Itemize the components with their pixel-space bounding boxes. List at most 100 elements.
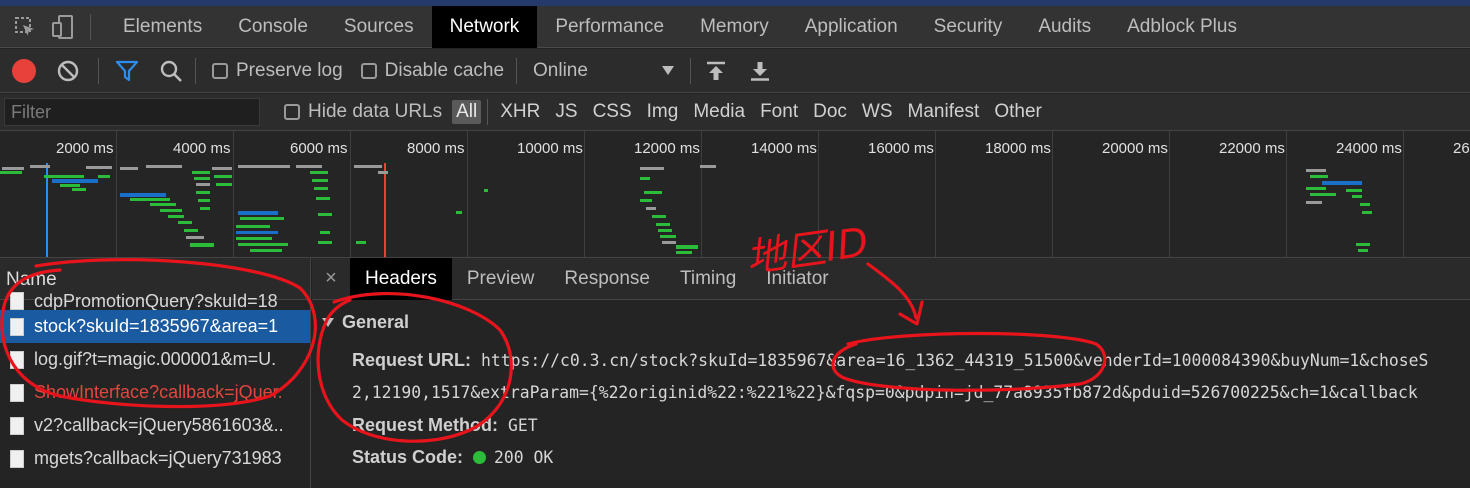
request-row[interactable]: log.gif?t=magic.000001&m=U.	[0, 343, 310, 376]
filter-type-xhr[interactable]: XHR	[500, 101, 540, 123]
status-code-row: Status Code: 200 OK	[352, 447, 1470, 468]
triangle-down-icon	[322, 318, 334, 327]
waterfall-bar	[130, 198, 170, 201]
filter-type-manifest[interactable]: Manifest	[908, 101, 980, 123]
request-method-row: Request Method: GET	[352, 415, 1470, 436]
search-icon[interactable]	[159, 59, 183, 83]
import-har-icon[interactable]	[705, 60, 727, 82]
tab-elements[interactable]: Elements	[105, 6, 220, 48]
request-row[interactable]: v2?callback=jQuery5861603&..	[0, 409, 310, 442]
devtools-tab-bar: Elements Console Sources Network Perform…	[0, 5, 1470, 48]
waterfall-bar	[30, 165, 50, 168]
request-row[interactable]: mgets?callback=jQuery731983	[0, 442, 310, 475]
toolbar-separator	[689, 57, 691, 84]
waterfall-bar	[662, 241, 676, 244]
disable-cache-label: Disable cache	[384, 59, 505, 81]
tab-memory[interactable]: Memory	[682, 6, 787, 48]
tab-application[interactable]: Application	[787, 6, 916, 48]
hide-data-urls-label: Hide data URLs	[308, 101, 443, 122]
waterfall-bar	[700, 165, 716, 168]
waterfall-bar	[658, 229, 672, 232]
waterfall-bar	[236, 225, 270, 228]
tab-performance[interactable]: Performance	[537, 6, 682, 48]
tab-preview[interactable]: Preview	[452, 258, 550, 300]
waterfall-bar	[98, 175, 110, 178]
waterfall-bar	[238, 211, 278, 215]
tab-headers[interactable]: Headers	[350, 258, 452, 300]
general-section-toggle[interactable]: General	[322, 312, 1470, 333]
request-name: stock?skuId=1835967&area=1	[34, 316, 279, 336]
throttling-value: Online	[533, 59, 588, 81]
waterfall-bar	[240, 217, 284, 220]
request-row[interactable]: cdpPromotionQuery?skuId=18	[0, 292, 310, 310]
record-button[interactable]	[12, 58, 36, 83]
waterfall-bar	[296, 165, 322, 168]
request-row-error[interactable]: ShowInterface?callback=jQuer.	[0, 376, 310, 409]
filter-type-js[interactable]: JS	[555, 101, 577, 123]
waterfall-bar	[314, 187, 328, 190]
waterfall-bar	[1352, 195, 1362, 198]
tab-initiator[interactable]: Initiator	[751, 258, 843, 300]
filter-input[interactable]	[4, 98, 260, 126]
filter-type-all[interactable]: All	[452, 100, 482, 124]
waterfall-bar	[236, 237, 272, 240]
preserve-log-checkbox[interactable]	[212, 62, 228, 79]
request-url-value-continued: 2,12190,1517&extraParam={%22originid%22:…	[352, 383, 1418, 402]
export-har-icon[interactable]	[749, 60, 771, 82]
network-overview-timeline[interactable]: 2000 ms 4000 ms 6000 ms 8000 ms 10000 ms…	[0, 131, 1470, 258]
toolbar-separator	[98, 57, 99, 84]
request-name: ShowInterface?callback=jQuer.	[34, 382, 283, 402]
waterfall-bar	[236, 231, 278, 234]
waterfall-bar	[484, 189, 488, 192]
preserve-log-label: Preserve log	[236, 59, 343, 81]
tab-sources[interactable]: Sources	[326, 6, 432, 48]
filter-type-other[interactable]: Other	[994, 101, 1042, 123]
waterfall-bar	[316, 197, 330, 200]
toolbar-separator	[195, 57, 196, 84]
tab-timing[interactable]: Timing	[665, 258, 751, 300]
close-icon[interactable]: ×	[312, 267, 350, 290]
request-name: log.gif?t=magic.000001&m=U.	[34, 349, 277, 369]
tab-network[interactable]: Network	[431, 5, 538, 48]
waterfall-bar	[1360, 203, 1370, 206]
request-name: mgets?callback=jQuery731983	[34, 448, 282, 468]
filter-type-media[interactable]: Media	[693, 101, 745, 123]
waterfall-bar	[456, 211, 462, 214]
waterfall-bar	[1346, 189, 1362, 192]
tab-adblock-plus[interactable]: Adblock Plus	[1109, 6, 1255, 48]
tab-response[interactable]: Response	[549, 258, 665, 300]
waterfall-bar	[178, 221, 192, 224]
filter-type-font[interactable]: Font	[760, 101, 798, 123]
waterfall-bar	[238, 243, 288, 246]
tab-security[interactable]: Security	[916, 6, 1021, 48]
waterfall-bar	[194, 177, 210, 180]
waterfall-bars	[0, 163, 1372, 257]
waterfall-bar	[1310, 193, 1336, 196]
waterfall-bar	[640, 177, 650, 180]
waterfall-bar	[44, 175, 84, 178]
filter-type-ws[interactable]: WS	[862, 101, 893, 123]
inspect-element-icon[interactable]	[10, 12, 40, 42]
filter-icon[interactable]	[115, 59, 139, 83]
filter-type-css[interactable]: CSS	[593, 101, 632, 123]
clear-icon[interactable]	[56, 59, 80, 83]
hide-data-urls-checkbox[interactable]	[284, 104, 300, 120]
waterfall-bar	[168, 215, 184, 218]
throttling-select[interactable]: Online	[533, 60, 674, 82]
waterfall-bar	[320, 231, 330, 234]
request-row-selected[interactable]: stock?skuId=1835967&area=1	[0, 310, 310, 343]
filter-type-doc[interactable]: Doc	[813, 101, 847, 123]
disable-cache-checkbox[interactable]	[360, 62, 377, 79]
tab-audits[interactable]: Audits	[1020, 6, 1109, 48]
request-name: v2?callback=jQuery5861603&..	[34, 415, 284, 435]
request-method-label: Request Method:	[352, 415, 498, 435]
request-url-label: Request URL:	[352, 350, 472, 370]
waterfall-bar	[644, 191, 662, 194]
waterfall-bar	[656, 223, 670, 226]
tab-console[interactable]: Console	[220, 6, 326, 48]
device-toolbar-icon[interactable]	[48, 12, 78, 42]
filter-type-img[interactable]: Img	[647, 101, 679, 123]
waterfall-bar	[198, 199, 210, 202]
waterfall-bar	[1358, 249, 1368, 252]
waterfall-bar	[1362, 211, 1372, 214]
